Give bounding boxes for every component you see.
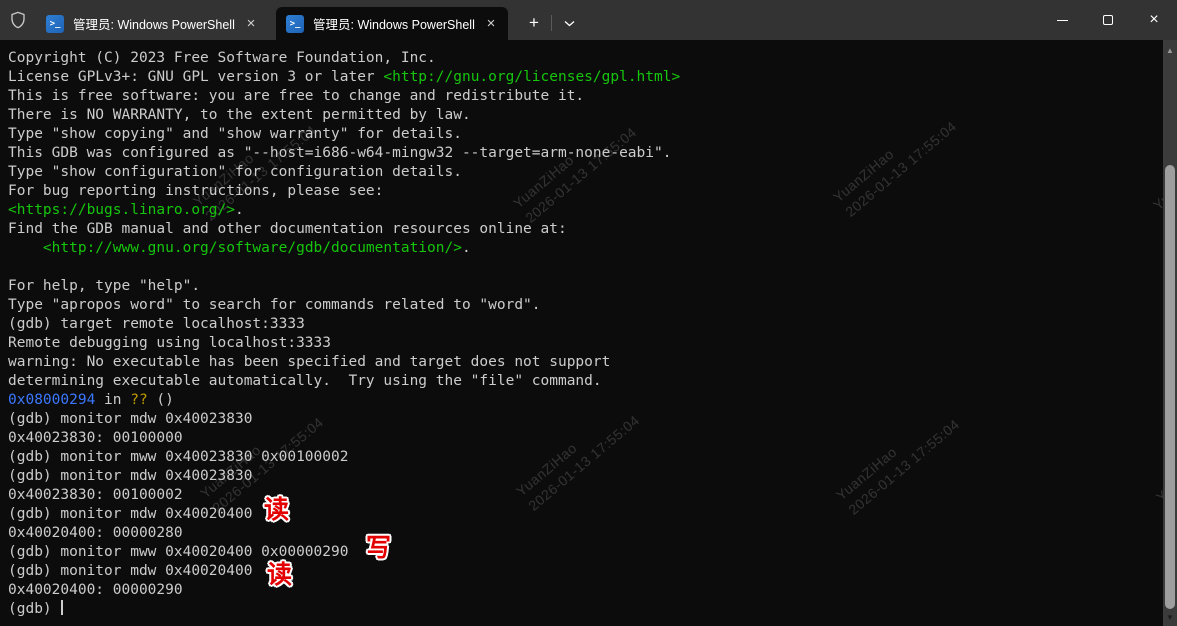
maximize-button[interactable]: [1085, 0, 1131, 40]
terminal-line: Copyright (C) 2023 Free Software Foundat…: [8, 49, 1161, 68]
terminal-line: There is NO WARRANTY, to the extent perm…: [8, 106, 1161, 125]
terminal-cursor: [61, 600, 63, 615]
tab-title: 管理员: Windows PowerShell: [313, 14, 482, 33]
terminal-line: (gdb) monitor mdw 0x40020400: [8, 505, 1161, 524]
terminal-viewport[interactable]: YuanZiHao2026-01-13 17:55:04YuanZiHao202…: [0, 40, 1177, 626]
tab-close-icon[interactable]: ×: [482, 15, 500, 33]
close-icon: ×: [1149, 12, 1158, 28]
terminal-line: warning: No executable has been specifie…: [8, 353, 1161, 372]
terminal-line: (gdb) monitor mww 0x40020400 0x00000290: [8, 543, 1161, 562]
tab-powershell-2-active[interactable]: >_ 管理员: Windows PowerShell ×: [276, 7, 508, 40]
scroll-down-arrow[interactable]: ▼: [1163, 610, 1177, 624]
admin-shield-icon: [0, 0, 36, 40]
terminal-line: (gdb) target remote localhost:3333: [8, 315, 1161, 334]
terminal-line: Type "apropos word" to search for comman…: [8, 296, 1161, 315]
powershell-icon: >_: [286, 15, 304, 33]
scroll-up-arrow[interactable]: ▲: [1163, 43, 1177, 57]
terminal-line: 0x40020400: 00000290: [8, 581, 1161, 600]
new-tab-button[interactable]: +: [520, 9, 548, 37]
terminal-lines: Copyright (C) 2023 Free Software Foundat…: [8, 49, 1161, 619]
terminal-line: 0x40020400: 00000280: [8, 524, 1161, 543]
tab-powershell-1[interactable]: >_ 管理员: Windows PowerShell ×: [36, 7, 268, 40]
terminal-line: <http://www.gnu.org/software/gdb/documen…: [8, 239, 1161, 258]
powershell-icon: >_: [46, 15, 64, 33]
chevron-down-icon: [564, 20, 575, 27]
terminal-line: (gdb) monitor mww 0x40023830 0x00100002: [8, 448, 1161, 467]
terminal-line: (gdb): [8, 600, 1161, 619]
scrollbar[interactable]: ▲ ▼: [1163, 40, 1177, 626]
terminal-line: For bug reporting instructions, please s…: [8, 182, 1161, 201]
terminal-line: 0x08000294 in ?? (): [8, 391, 1161, 410]
minimize-button[interactable]: [1039, 0, 1085, 40]
terminal-line: 0x40023830: 00100002: [8, 486, 1161, 505]
terminal-window: >_ 管理员: Windows PowerShell × >_ 管理员: Win…: [0, 0, 1177, 626]
terminal-line: License GPLv3+: GNU GPL version 3 or lat…: [8, 68, 1161, 87]
terminal-line: [8, 258, 1161, 277]
minimize-icon: [1057, 20, 1068, 21]
close-button[interactable]: ×: [1131, 0, 1177, 40]
terminal-line: (gdb) monitor mdw 0x40023830: [8, 467, 1161, 486]
terminal-line: determining executable automatically. Tr…: [8, 372, 1161, 391]
titlebar: >_ 管理员: Windows PowerShell × >_ 管理员: Win…: [0, 0, 1177, 40]
tab-title: 管理员: Windows PowerShell: [73, 14, 242, 33]
terminal-line: For help, type "help".: [8, 277, 1161, 296]
terminal-line: <https://bugs.linaro.org/>.: [8, 201, 1161, 220]
terminal-line: Find the GDB manual and other documentat…: [8, 220, 1161, 239]
terminal-line: 0x40023830: 00100000: [8, 429, 1161, 448]
titlebar-divider: [551, 15, 552, 31]
tab-dropdown-button[interactable]: [555, 9, 583, 37]
terminal-line: (gdb) monitor mdw 0x40020400: [8, 562, 1161, 581]
terminal-line: Remote debugging using localhost:3333: [8, 334, 1161, 353]
scrollbar-thumb[interactable]: [1165, 165, 1175, 609]
terminal-line: This is free software: you are free to c…: [8, 87, 1161, 106]
maximize-icon: [1103, 15, 1113, 25]
terminal-line: Type "show copying" and "show warranty" …: [8, 125, 1161, 144]
tab-close-icon[interactable]: ×: [242, 15, 260, 33]
terminal-line: (gdb) monitor mdw 0x40023830: [8, 410, 1161, 429]
terminal-line: Type "show configuration" for configurat…: [8, 163, 1161, 182]
terminal-line: This GDB was configured as "--host=i686-…: [8, 144, 1161, 163]
